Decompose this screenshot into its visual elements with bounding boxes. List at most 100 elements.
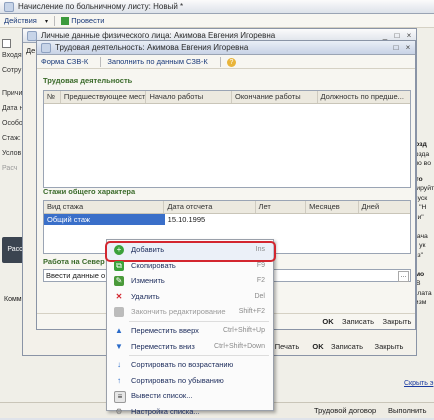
menu-label: Удалить [131, 291, 160, 301]
labor-titlebar: Трудовая деятельность: Акимова Евгения И… [37, 41, 415, 55]
move-up-icon: ▲ [115, 325, 123, 335]
sort-asc-icon: ↓ [117, 360, 121, 370]
actions-menu-button[interactable]: Действия [4, 14, 37, 28]
cell-days[interactable] [358, 214, 410, 225]
menu-item-list-settings[interactable]: ⚙ Настройка списка... [107, 404, 273, 420]
settings-icon: ⚙ [115, 406, 123, 416]
main-title: Начисление по больничному листу: Новый * [18, 2, 184, 11]
menu-label: Скопировать [131, 260, 176, 270]
personal-tab-letter: Де [26, 46, 36, 55]
status-exec[interactable]: Выполнить [388, 406, 427, 415]
menu-label: Сортировать по убыванию [131, 375, 224, 385]
menu-shortcut: Ctrl+Shift+Down [214, 342, 265, 350]
labor-grid[interactable]: № Предшествующее мест... Начало работы О… [43, 90, 411, 188]
menu-item-end-edit[interactable]: Закончить редактирование Shift+F2 [107, 304, 273, 320]
col-prev-place[interactable]: Предшествующее мест... [61, 91, 147, 103]
labor-section-title: Трудовая деятельность [43, 76, 133, 85]
menu-item-move-down[interactable]: ▼ Переместить вниз Ctrl+Shift+Down [107, 339, 273, 355]
menu-shortcut: Shift+F2 [238, 308, 265, 316]
table-row[interactable]: Общий стаж 15.10.1995 [44, 214, 410, 225]
labor-close-button[interactable]: Закрыть [379, 316, 415, 328]
col-position[interactable]: Должность по предше... [318, 91, 410, 103]
label-calc: Расч [2, 165, 18, 172]
menu-item-sort-asc[interactable]: ↓ Сортировать по возрастанию [107, 357, 273, 373]
help-icon[interactable]: ? [226, 57, 236, 67]
menu-shortcut: F9 [256, 261, 265, 269]
edit-icon: ✎ [114, 276, 124, 287]
post-icon [61, 17, 70, 26]
list-icon: ≡ [114, 391, 126, 404]
menu-item-delete[interactable]: ✕ Удалить Del [107, 289, 273, 305]
col-date[interactable]: Дата отсчета [164, 201, 256, 213]
hide-link[interactable]: Скрыть э [404, 380, 433, 387]
north-input-value: Ввести данные о ст [46, 271, 115, 280]
menu-item-move-up[interactable]: ▲ Переместить вверх Ctrl+Shift+Up [107, 323, 273, 339]
menu-label: Переместить вниз [131, 341, 195, 351]
label-incoming: Входя [2, 52, 22, 59]
label-employee: Сотру [2, 67, 22, 74]
experience-grid-header: Вид стажа Дата отсчета Лет Месяцев Дней [44, 201, 410, 214]
tab-szv-k-form[interactable]: Форма СЗВ-К [41, 55, 88, 69]
menu-label: Переместить вверх [131, 325, 199, 335]
move-down-icon: ▼ [115, 341, 123, 351]
copy-icon: ⧉ [114, 260, 124, 271]
fill-szv-k-button[interactable]: Заполнить по данным СЗВ-К [107, 55, 207, 69]
chevron-down-icon[interactable]: ▾ [45, 19, 48, 25]
left-checkbox[interactable] [2, 39, 11, 48]
add-icon: + [114, 245, 124, 255]
toolbar-separator [100, 57, 102, 68]
menu-label: Добавить [131, 245, 165, 254]
menu-label: Изменить [131, 276, 165, 286]
menu-shortcut: F2 [256, 277, 265, 285]
menu-item-sort-desc[interactable]: ↑ Сортировать по убыванию [107, 373, 273, 389]
cell-type[interactable]: Общий стаж [44, 214, 165, 225]
col-months[interactable]: Месяцев [306, 201, 359, 213]
experience-section-title: Стажи общего характера [43, 187, 136, 196]
end-edit-icon [114, 307, 124, 318]
menu-separator [129, 355, 269, 357]
menu-item-copy[interactable]: ⧉ Скопировать F9 [107, 258, 273, 274]
label-special: Особо [2, 120, 23, 127]
toolbar-separator [219, 57, 221, 68]
label-date: Дата н [2, 105, 24, 112]
labor-save-button[interactable]: Записать [338, 316, 378, 328]
document-icon [4, 2, 14, 12]
context-menu: + Добавить Ins ⧉ Скопировать F9 ✎ Измени… [105, 239, 276, 416]
col-years[interactable]: Лет [256, 201, 307, 213]
menu-label: Сортировать по возрастанию [131, 360, 234, 370]
personal-title: Личные данные физического лица: Акимова … [41, 31, 276, 40]
menu-item-add[interactable]: + Добавить Ins [105, 241, 276, 262]
col-number[interactable]: № [44, 91, 61, 103]
sort-desc-icon: ↑ [117, 375, 121, 385]
personal-save-button[interactable]: Записать [329, 341, 365, 353]
labor-ok-button[interactable]: OK [320, 316, 336, 328]
cell-date[interactable]: 15.10.1995 [165, 214, 256, 225]
toolbar-separator [54, 16, 56, 27]
labor-title: Трудовая деятельность: Акимова Евгения И… [55, 43, 249, 52]
ellipsis-button[interactable]: … [398, 271, 409, 282]
label-experience: Стаж: [2, 135, 21, 142]
labor-grid-header: № Предшествующее мест... Начало работы О… [44, 91, 410, 104]
print-label: Печать [274, 342, 300, 351]
status-contract[interactable]: Трудовой договор [314, 406, 376, 415]
personal-close-button[interactable]: Закрыть [370, 341, 408, 353]
main-toolbar: Действия ▾ Провести [0, 14, 434, 28]
maximize-icon[interactable]: □ [391, 42, 401, 53]
personal-ok-button[interactable]: OK [311, 341, 325, 353]
close-icon[interactable]: × [403, 42, 413, 53]
menu-item-edit[interactable]: ✎ Изменить F2 [107, 273, 273, 289]
main-titlebar: Начисление по больничному листу: Новый * [0, 0, 434, 14]
col-days[interactable]: Дней [359, 201, 410, 213]
col-end[interactable]: Окончание работы [232, 91, 318, 103]
post-button[interactable]: Провести [71, 14, 104, 28]
cell-years[interactable] [256, 214, 306, 225]
delete-icon: ✕ [115, 291, 123, 301]
menu-item-output-list[interactable]: ≡ Вывести список... [107, 388, 273, 404]
menu-label: Настройка списка... [131, 406, 200, 416]
north-section-title: Работа на Север [43, 257, 105, 266]
col-start[interactable]: Начало работы [146, 91, 232, 103]
label-reason: Причи [2, 90, 23, 97]
cell-months[interactable] [306, 214, 358, 225]
col-type[interactable]: Вид стажа [44, 201, 165, 213]
window-icon [41, 43, 51, 53]
